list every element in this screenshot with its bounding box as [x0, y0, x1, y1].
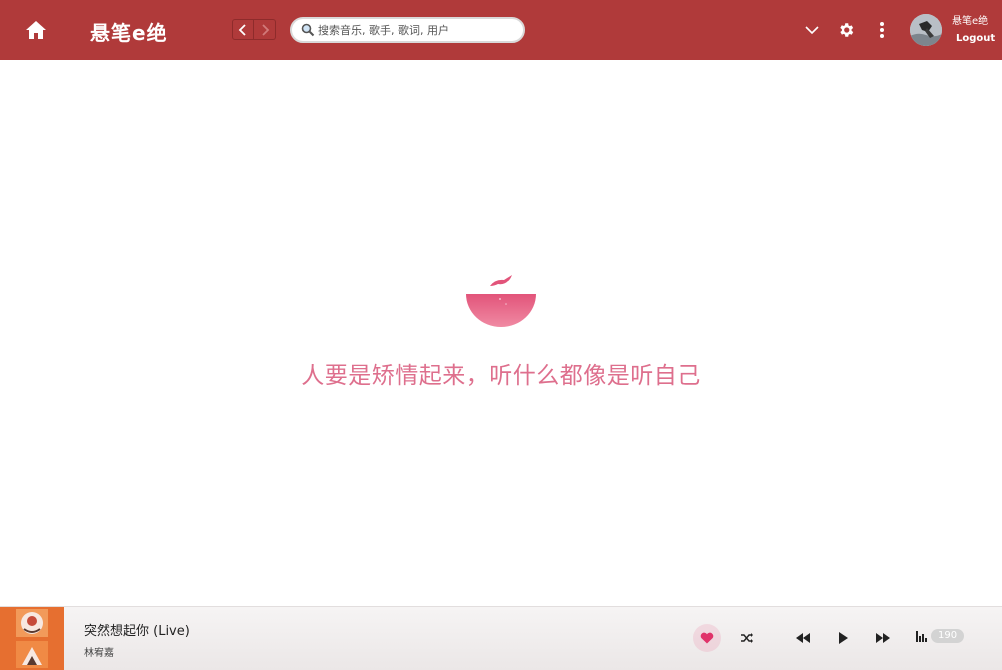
- app-window: 悬笔e绝 搜索音乐, 歌手, 歌词, 用户 悬笔e绝 Logout 人要是矫情起…: [0, 0, 1002, 670]
- top-bar: 悬笔e绝 搜索音乐, 歌手, 歌词, 用户 悬笔e绝 Logout: [0, 0, 1002, 60]
- logout-button[interactable]: Logout: [956, 33, 995, 44]
- empty-state: 人要是矫情起来，听什么都像是听自己: [0, 60, 1002, 606]
- chevron-right-icon: [261, 23, 269, 36]
- back-button[interactable]: [232, 19, 254, 40]
- gear-icon: [840, 23, 854, 37]
- dropdown-button[interactable]: [800, 18, 824, 42]
- username-label[interactable]: 悬笔e绝: [952, 12, 988, 27]
- song-artist[interactable]: 林宥嘉: [84, 644, 114, 659]
- shuffle-icon: [741, 633, 753, 643]
- play-icon: [839, 632, 848, 644]
- more-vertical-icon: [880, 22, 884, 38]
- search-input[interactable]: [318, 23, 513, 37]
- home-icon: [26, 21, 46, 39]
- chevron-left-icon: [238, 23, 246, 36]
- playlist-icon: [916, 630, 927, 642]
- heart-icon: [700, 632, 714, 644]
- player-bar: 突然想起你 (Live) 林宥嘉 190: [0, 606, 1002, 670]
- whale-bowl-illustration: [466, 275, 536, 327]
- next-icon: [876, 633, 890, 643]
- chevron-down-icon: [805, 26, 819, 35]
- more-menu-button[interactable]: [870, 18, 894, 42]
- playlist-button[interactable]: 190: [916, 629, 965, 643]
- search-icon: [301, 23, 315, 37]
- home-button[interactable]: [22, 16, 50, 44]
- song-title[interactable]: 突然想起你 (Live): [84, 620, 190, 639]
- next-button[interactable]: [872, 627, 894, 649]
- previous-button[interactable]: [792, 627, 814, 649]
- settings-button[interactable]: [834, 18, 858, 42]
- like-button[interactable]: [693, 624, 721, 652]
- shuffle-button[interactable]: [736, 627, 758, 649]
- search-box: [290, 17, 525, 43]
- play-button[interactable]: [832, 627, 854, 649]
- history-navigation: [232, 19, 276, 40]
- forward-button[interactable]: [254, 19, 276, 40]
- empty-state-message: 人要是矫情起来，听什么都像是听自己: [301, 363, 701, 389]
- queue-count-badge: 190: [931, 629, 965, 643]
- app-logo[interactable]: 悬笔e绝: [90, 17, 168, 46]
- album-cover[interactable]: [0, 607, 64, 670]
- avatar[interactable]: [910, 14, 942, 46]
- previous-icon: [796, 633, 810, 643]
